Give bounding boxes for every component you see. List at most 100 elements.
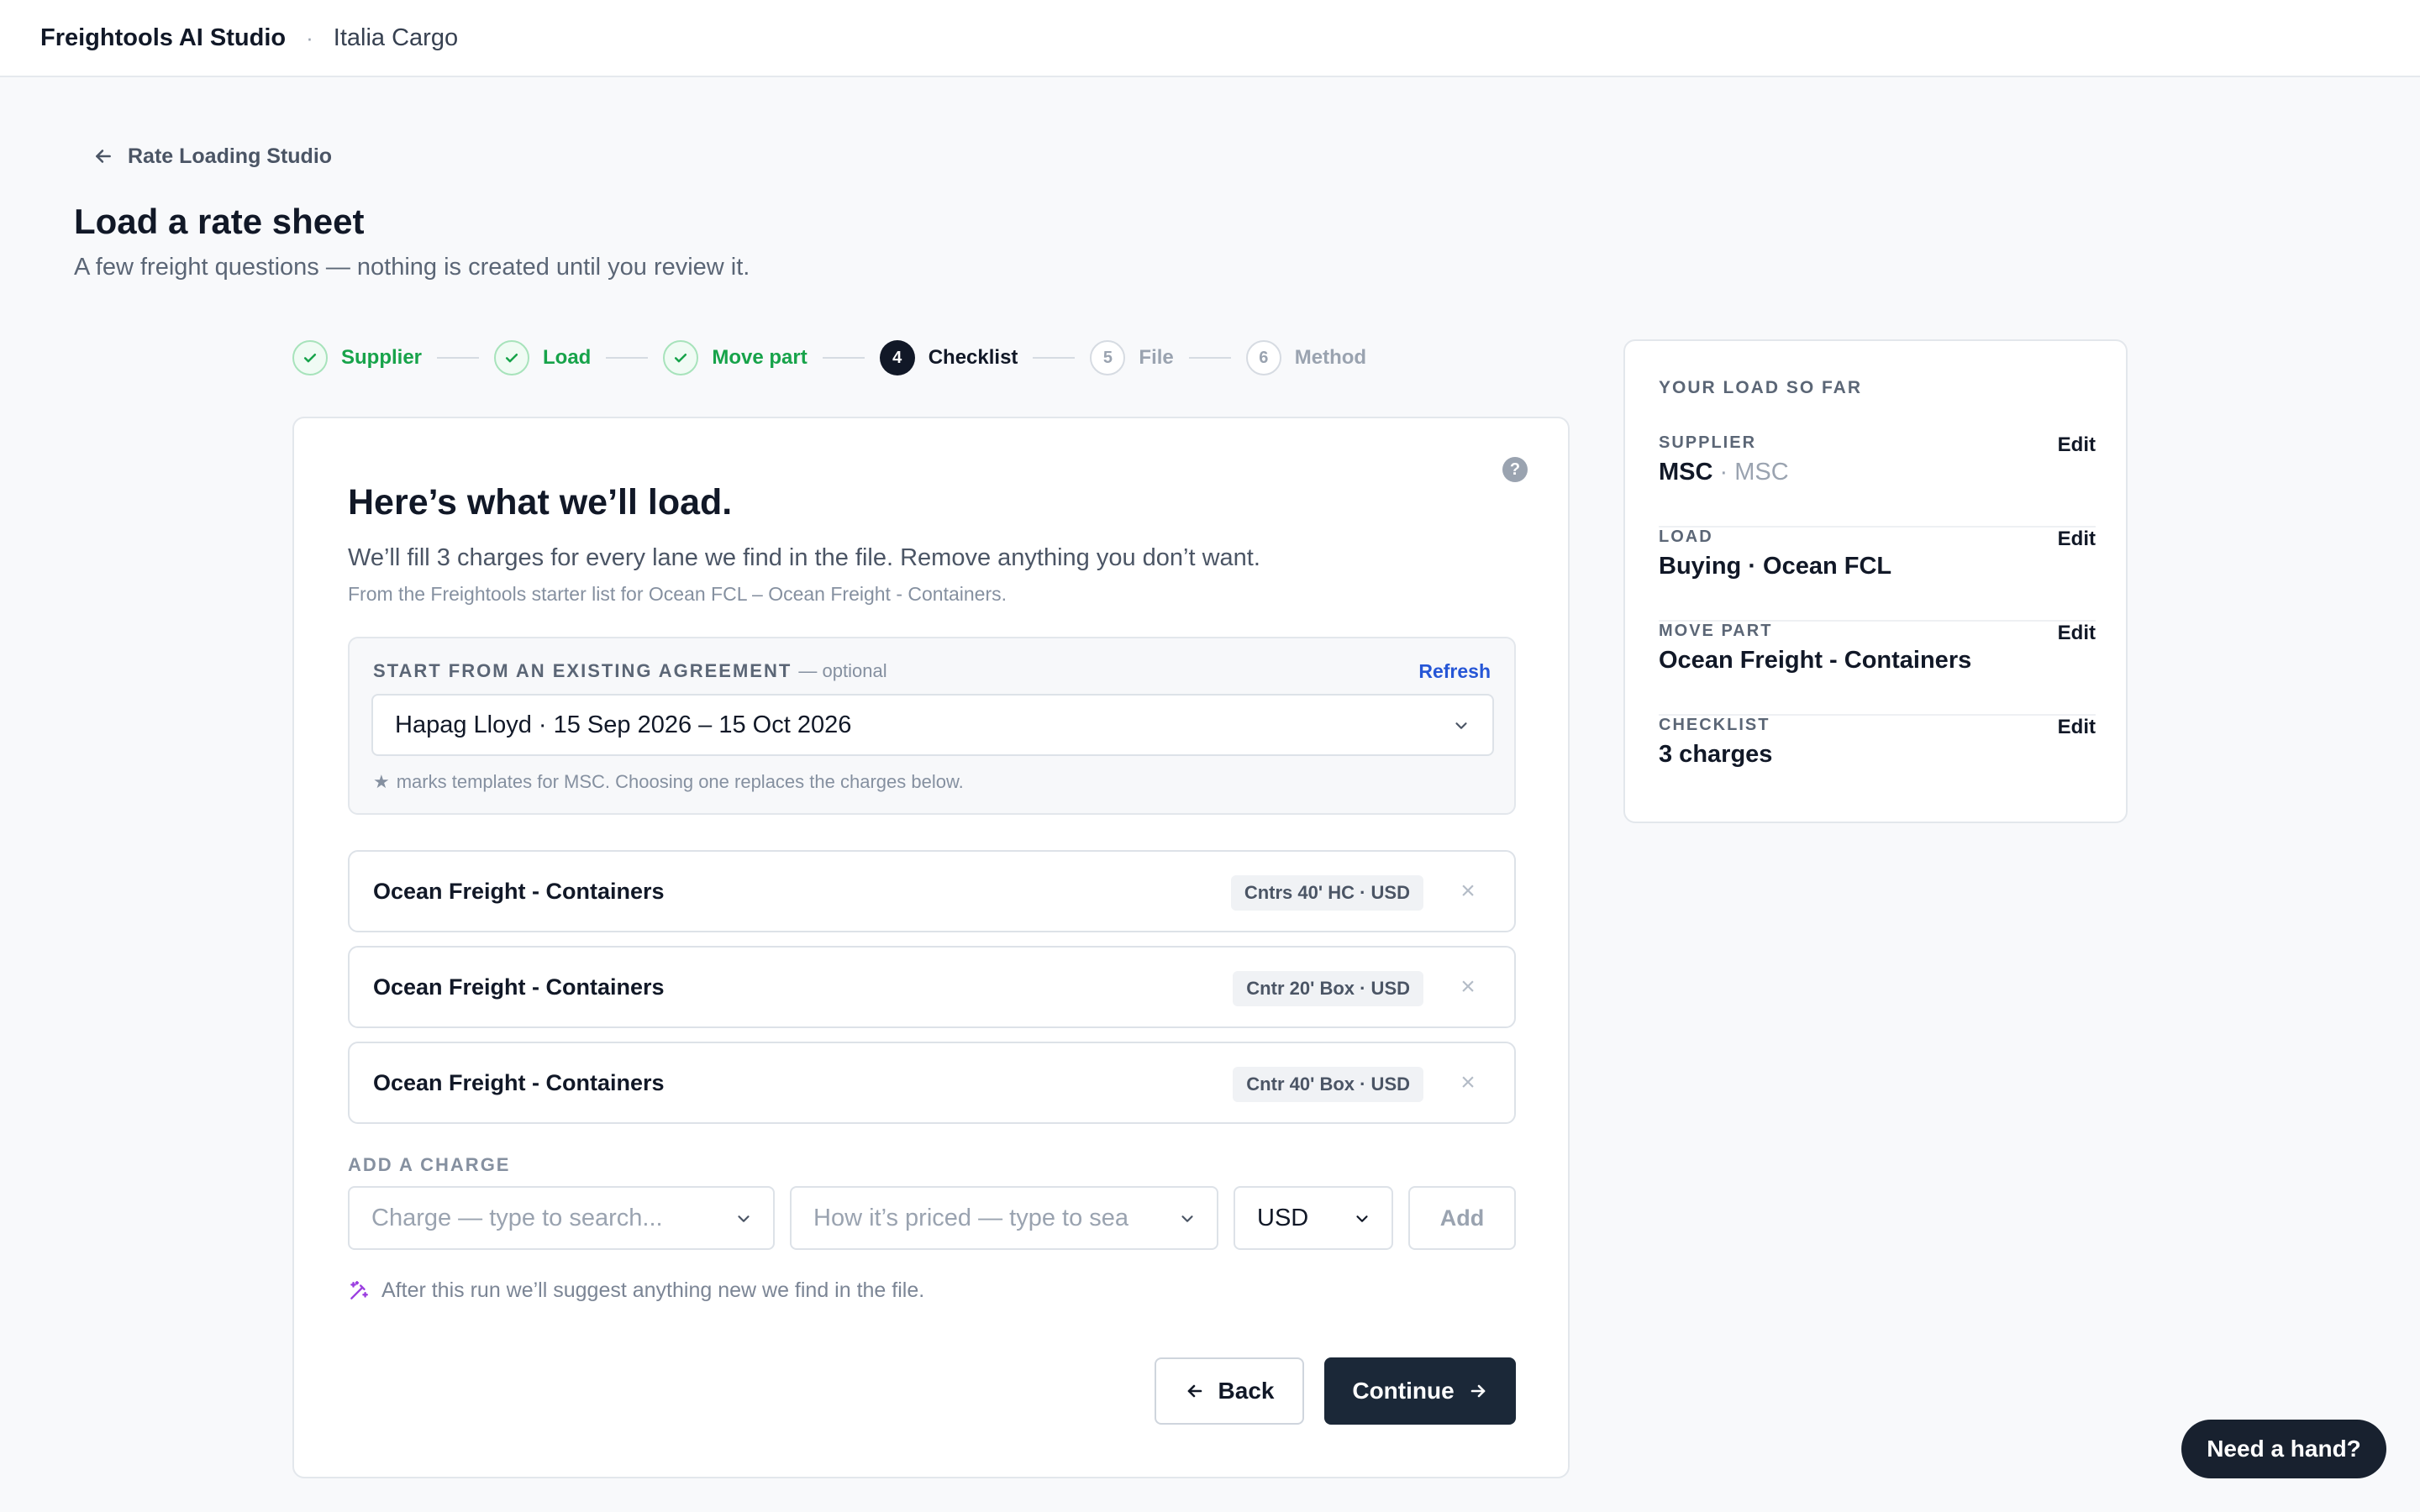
suggestion-note: After this run we’ll suggest anything ne… [348, 1278, 924, 1303]
help-icon[interactable]: ? [1502, 457, 1528, 482]
chevron-down-icon [1455, 722, 1467, 729]
currency-select[interactable]: USD [1234, 1186, 1393, 1250]
summary-item-supplier: SUPPLIER Edit MSC · MSC [1659, 433, 2096, 528]
wizard-stepper: Supplier Load Move part 4 Checklist 5 Fi… [292, 339, 1366, 376]
step-label: Supplier [341, 346, 423, 369]
step-supplier[interactable]: Supplier [292, 340, 422, 375]
step-number: 6 [1245, 340, 1281, 375]
top-bar: Freightools AI Studio · Italia Cargo [0, 0, 2420, 77]
remove-charge-icon[interactable]: × [1455, 879, 1481, 904]
charge-basis-badge: Cntrs 40' HC · USD [1230, 875, 1423, 911]
back-link-label: Rate Loading Studio [128, 144, 333, 168]
supplier-secondary: · MSC [1719, 459, 1789, 486]
suggestion-text: After this run we’ll suggest anything ne… [381, 1278, 925, 1302]
check-icon [494, 340, 530, 375]
step-label: Method [1294, 346, 1367, 369]
need-help-button[interactable]: Need a hand? [2181, 1420, 2386, 1478]
continue-button-label: Continue [1352, 1378, 1455, 1404]
charge-search-input[interactable]: Charge — type to search... [348, 1186, 775, 1250]
page-subtitle: A few freight questions — nothing is cre… [74, 254, 750, 281]
existing-agreement-panel: START FROM AN EXISTING AGREEMENT — optio… [348, 637, 1516, 815]
edit-checklist-link[interactable]: Edit [2058, 716, 2096, 739]
charge-name: Ocean Freight - Containers [373, 1069, 665, 1095]
summary-item-checklist: CHECKLIST Edit 3 charges [1659, 716, 2096, 810]
charge-basis-badge: Cntr 20' Box · USD [1233, 971, 1423, 1006]
agreement-optional-text: — optional [798, 660, 887, 681]
workspace-name[interactable]: Italia Cargo [334, 24, 458, 52]
chevron-down-icon [1356, 1215, 1368, 1222]
charge-row: Ocean Freight - Containers Cntr 40' Box … [348, 1042, 1516, 1124]
charge-name: Ocean Freight - Containers [373, 878, 665, 904]
summary-value: Buying · Ocean FCL [1659, 553, 1892, 580]
step-connector [822, 357, 865, 359]
card-source-note: From the Freightools starter list for Oc… [348, 583, 1007, 605]
step-file: 5 File [1090, 340, 1174, 375]
charge-basis-badge: Cntr 40' Box · USD [1233, 1067, 1423, 1102]
chevron-down-icon [738, 1215, 750, 1222]
charge-row: Ocean Freight - Containers Cntrs 40' HC … [348, 850, 1516, 932]
chevron-down-icon [1178, 1210, 1197, 1228]
step-label: Load [543, 346, 592, 369]
charge-search-placeholder: Charge — type to search... [371, 1204, 663, 1231]
summary-value: 3 charges [1659, 741, 1773, 768]
arrow-left-icon [96, 150, 111, 163]
summary-item-load: LOAD Edit Buying · Ocean FCL [1659, 528, 2096, 622]
back-button[interactable]: Back [1155, 1357, 1304, 1425]
step-connector [1188, 357, 1231, 359]
pricing-basis-input[interactable]: How it’s priced — type to sea [790, 1186, 1218, 1250]
arrow-left-icon [1187, 1384, 1202, 1398]
step-load[interactable]: Load [494, 340, 591, 375]
step-connector [1033, 357, 1076, 359]
summary-value: Ocean Freight - Containers [1659, 647, 1972, 674]
charge-row: Ocean Freight - Containers Cntr 20' Box … [348, 946, 1516, 1028]
add-charge-button[interactable]: Add [1408, 1186, 1516, 1250]
edit-move-part-link[interactable]: Edit [2058, 622, 2096, 645]
refresh-button[interactable]: Refresh [1418, 660, 1491, 683]
star-icon: ★ [373, 771, 390, 792]
page-title: Load a rate sheet [74, 202, 365, 241]
load-summary-card: YOUR LOAD SO FAR SUPPLIER Edit MSC · MSC… [1623, 339, 2128, 823]
step-checklist: 4 Checklist [879, 340, 1018, 375]
pricing-basis-placeholder: How it’s priced — type to sea [813, 1204, 1129, 1231]
agreement-selected-value: Hapag Lloyd · 15 Sep 2026 – 15 Oct 2026 [395, 711, 852, 738]
app-name[interactable]: Freightools AI Studio [40, 24, 286, 52]
charge-name: Ocean Freight - Containers [373, 974, 665, 1000]
agreement-label: START FROM AN EXISTING AGREEMENT — optio… [373, 660, 887, 682]
summary-label: CHECKLIST [1659, 716, 1770, 734]
remove-charge-icon[interactable]: × [1455, 1070, 1481, 1095]
continue-button[interactable]: Continue [1324, 1357, 1516, 1425]
summary-value: MSC · MSC [1659, 459, 1789, 486]
card-title: Here’s what we’ll load. [348, 482, 733, 522]
agreement-label-text: START FROM AN EXISTING AGREEMENT [373, 660, 792, 681]
header-separator: · [306, 24, 313, 50]
step-number: 4 [879, 340, 915, 375]
add-charge-label: ADD A CHARGE [348, 1154, 511, 1175]
magic-wand-icon [350, 1280, 368, 1299]
agreement-select[interactable]: Hapag Lloyd · 15 Sep 2026 – 15 Oct 2026 [371, 694, 1494, 756]
agreement-hint-text: marks templates for MSC. Choosing one re… [396, 771, 964, 792]
step-connector [606, 357, 649, 359]
add-charge-row: Charge — type to search... How it’s pric… [348, 1186, 1516, 1250]
edit-supplier-link[interactable]: Edit [2058, 433, 2096, 457]
supplier-value: MSC [1659, 459, 1713, 486]
arrow-right-icon [1470, 1384, 1485, 1398]
agreement-hint: ★ marks templates for MSC. Choosing one … [373, 771, 964, 793]
remove-charge-icon[interactable]: × [1455, 974, 1481, 1000]
back-button-label: Back [1218, 1378, 1275, 1404]
summary-label: LOAD [1659, 528, 1713, 546]
step-connector [437, 357, 480, 359]
currency-value: USD [1257, 1204, 1309, 1231]
card-lead: We’ll fill 3 charges for every lane we f… [348, 544, 1260, 571]
back-to-studio-link[interactable]: Rate Loading Studio [92, 141, 332, 171]
summary-item-move-part: MOVE PART Edit Ocean Freight - Container… [1659, 622, 2096, 716]
step-label: File [1139, 346, 1174, 369]
step-label: Checklist [928, 346, 1018, 369]
step-number: 5 [1090, 340, 1126, 375]
step-move-part[interactable]: Move part [663, 340, 808, 375]
checklist-card: ? Here’s what we’ll load. We’ll fill 3 c… [292, 417, 1570, 1478]
check-icon [292, 340, 328, 375]
summary-heading: YOUR LOAD SO FAR [1659, 378, 1863, 397]
step-label: Move part [712, 346, 808, 369]
step-method: 6 Method [1245, 340, 1367, 375]
edit-load-link[interactable]: Edit [2058, 528, 2096, 551]
